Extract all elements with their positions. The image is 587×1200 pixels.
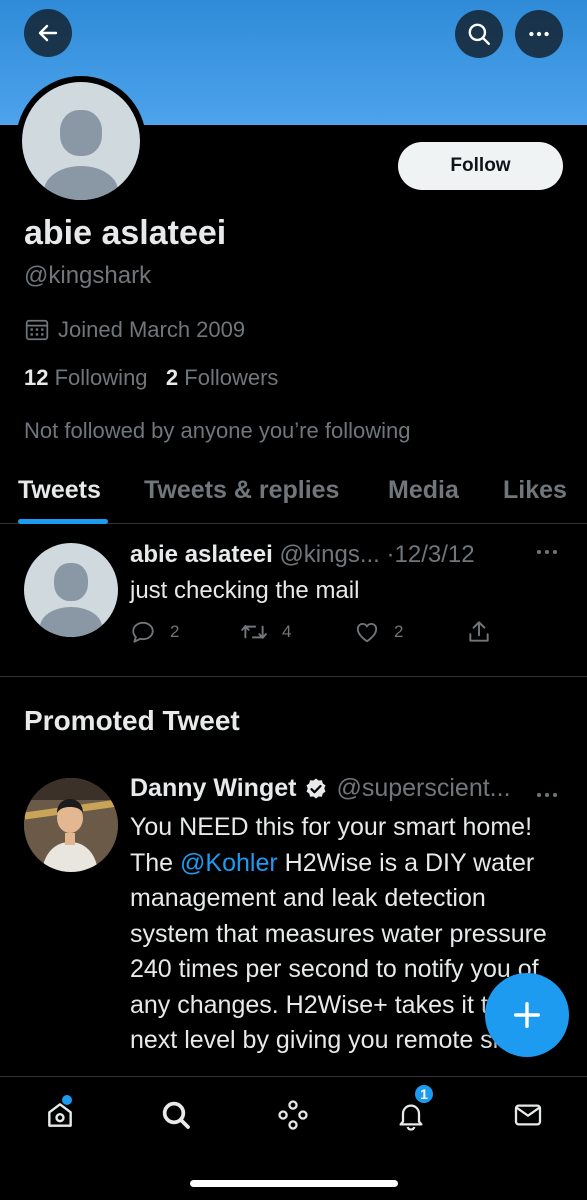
compose-tweet-button[interactable] bbox=[485, 973, 569, 1057]
promoted-mention-link[interactable]: @Kohler bbox=[180, 849, 278, 877]
joined-text: Joined March 2009 bbox=[58, 317, 246, 342]
nav-messages[interactable] bbox=[506, 1093, 550, 1137]
calendar-icon bbox=[25, 319, 49, 341]
verified-badge-icon bbox=[306, 778, 326, 798]
heart-icon bbox=[356, 622, 378, 643]
tweet-date: ·12/3/12 bbox=[386, 541, 475, 568]
active-tab-indicator bbox=[18, 519, 108, 524]
search-icon bbox=[162, 1101, 190, 1129]
promoted-tweet-heading: Promoted Tweet bbox=[24, 705, 240, 736]
joined-date: Joined March 2009 bbox=[24, 317, 245, 343]
promoted-text-part2: H2Wise is a DIY water management and lea… bbox=[130, 848, 547, 1055]
reply-icon bbox=[132, 621, 154, 643]
tweet-header: abie aslateei @kings... ·12/3/12 bbox=[130, 541, 475, 569]
tweet-author-name[interactable]: abie aslateei bbox=[130, 541, 273, 568]
tab-tweets-replies[interactable]: Tweets & replies bbox=[144, 476, 339, 505]
home-new-dot bbox=[62, 1095, 72, 1105]
profile-avatar[interactable] bbox=[16, 76, 146, 206]
promoted-author-name[interactable]: Danny Winget bbox=[130, 774, 296, 803]
tweet-actions: 2 4 2 bbox=[130, 619, 500, 647]
reply-button[interactable]: 2 bbox=[130, 619, 179, 645]
search-button[interactable] bbox=[455, 10, 503, 58]
person-photo-icon bbox=[24, 778, 118, 872]
messages-icon bbox=[514, 1104, 542, 1126]
home-indicator bbox=[190, 1180, 398, 1187]
follow-counts: 12 Following 2 Followers bbox=[24, 365, 278, 391]
not-followed-note: Not followed by anyone you’re following bbox=[24, 418, 411, 443]
home-icon bbox=[48, 1103, 72, 1127]
share-icon bbox=[469, 621, 489, 642]
plus-icon bbox=[513, 1001, 541, 1029]
followers-label: Followers bbox=[184, 365, 279, 390]
back-button[interactable] bbox=[24, 9, 72, 57]
nav-spaces[interactable] bbox=[271, 1093, 315, 1137]
more-icon bbox=[537, 550, 557, 554]
tweet-text: just checking the mail bbox=[130, 577, 360, 604]
tweet-author-handle: @kings... bbox=[279, 541, 380, 568]
followers-link[interactable]: 2 Followers bbox=[166, 365, 279, 390]
share-button[interactable] bbox=[466, 619, 492, 645]
promoted-header: Danny Winget @superscient... bbox=[130, 774, 511, 803]
profile-handle: @kingshark bbox=[24, 262, 152, 289]
profile-name: abie aslateei bbox=[24, 214, 227, 252]
nav-notifications[interactable]: 1 bbox=[389, 1083, 435, 1137]
search-icon bbox=[468, 23, 490, 45]
tab-tweets[interactable]: Tweets bbox=[18, 476, 101, 505]
retweet-count: 4 bbox=[282, 622, 292, 641]
more-icon bbox=[537, 793, 557, 797]
profile-tabs: Tweets Tweets & replies Media Likes bbox=[0, 470, 587, 524]
following-count: 12 bbox=[24, 365, 49, 390]
retweet-icon bbox=[241, 625, 267, 639]
spaces-icon bbox=[278, 1100, 308, 1130]
followers-count: 2 bbox=[165, 365, 179, 390]
following-link[interactable]: 12 Following bbox=[24, 365, 148, 390]
nav-search[interactable] bbox=[154, 1093, 198, 1137]
back-arrow-icon bbox=[38, 24, 58, 42]
nav-home[interactable] bbox=[38, 1093, 82, 1137]
notification-badge: 1 bbox=[413, 1083, 435, 1105]
tweet[interactable]: abie aslateei @kings... ·12/3/12 just ch… bbox=[0, 525, 587, 677]
tweet-avatar[interactable] bbox=[24, 543, 118, 637]
promoted-more-button[interactable] bbox=[536, 780, 558, 806]
follow-button[interactable]: Follow bbox=[398, 142, 563, 190]
promoted-author-handle: @superscient... bbox=[336, 774, 511, 802]
like-button[interactable]: 2 bbox=[354, 619, 403, 645]
bottom-navigation: 1 bbox=[0, 1076, 587, 1200]
reply-count: 2 bbox=[170, 622, 180, 641]
tab-media[interactable]: Media bbox=[388, 476, 459, 505]
like-count: 2 bbox=[394, 622, 404, 641]
promoted-avatar[interactable] bbox=[24, 778, 118, 872]
more-icon bbox=[529, 31, 549, 37]
retweet-button[interactable]: 4 bbox=[240, 619, 291, 645]
tweet-more-button[interactable] bbox=[536, 537, 558, 563]
tab-likes[interactable]: Likes bbox=[503, 476, 567, 505]
following-label: Following bbox=[54, 365, 148, 390]
more-options-button[interactable] bbox=[515, 10, 563, 58]
